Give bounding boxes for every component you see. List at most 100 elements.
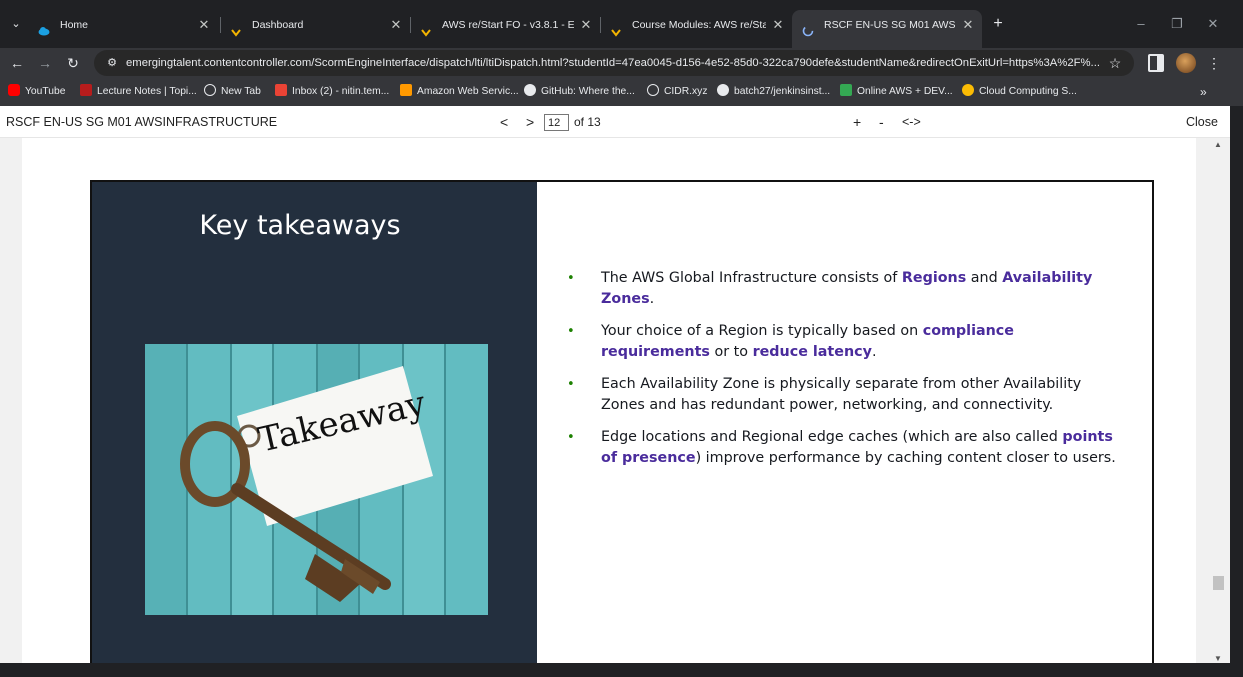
bookmark-cidr[interactable]: CIDR.xyz	[647, 82, 707, 102]
sheets-icon	[840, 84, 852, 96]
reload-icon[interactable]: ↻	[62, 52, 84, 74]
page-count: of 13	[574, 115, 601, 129]
close-icon[interactable]: ✕	[960, 10, 976, 40]
window-edge	[0, 663, 1243, 677]
globe-icon	[647, 84, 659, 96]
tab-strip: ⌄ Home ✕ Dashboard ✕ AWS re/Start FO - v…	[0, 0, 1243, 48]
takeaway-text: .	[871, 344, 877, 360]
bookmark-github[interactable]: GitHub: Where the...	[524, 82, 635, 102]
tab-aws-restart[interactable]: AWS re/Start FO - v3.8.1 - EN - ✕	[410, 10, 600, 40]
forward-arrow-icon[interactable]: →	[34, 52, 56, 74]
takeaway-item: • Each Availability Zone is physically se…	[567, 374, 1127, 416]
tab-rscf-active[interactable]: RSCF EN-US SG M01 AWSINFR ✕	[792, 10, 982, 48]
canvas-icon	[230, 19, 242, 37]
bookmark-lecture-notes[interactable]: Lecture Notes | Topi...	[80, 82, 197, 102]
slide-heading: Key takeaways	[199, 210, 401, 241]
window-edge	[1230, 106, 1243, 663]
bullet-icon: •	[567, 430, 575, 445]
github-icon	[717, 84, 729, 96]
scrollbar-thumb[interactable]	[1213, 576, 1224, 590]
tab-dashboard[interactable]: Dashboard ✕	[220, 10, 410, 40]
document-viewport[interactable]: Key takeaways Takeaway • The AWS Global …	[0, 138, 1230, 663]
tab-title: Home	[60, 19, 89, 31]
bookmark-online-aws[interactable]: Online AWS + DEV...	[840, 82, 953, 102]
bookmark-youtube[interactable]: YouTube	[8, 82, 65, 102]
key-illustration	[145, 344, 488, 615]
close-icon[interactable]: ✕	[196, 10, 212, 40]
side-panel-icon[interactable]	[1148, 54, 1164, 72]
tab-search-icon[interactable]: ⌄	[6, 14, 26, 34]
zoom-out-button[interactable]: -	[879, 106, 884, 138]
bookmark-new-tab[interactable]: New Tab	[204, 82, 261, 102]
takeaway-item: • Your choice of a Region is typically ba…	[567, 321, 1127, 363]
lecture-notes-icon	[80, 84, 92, 96]
bullet-icon: •	[567, 324, 575, 339]
fit-width-button[interactable]: <->	[902, 106, 921, 138]
scroll-up-icon[interactable]: ▲	[1214, 140, 1222, 149]
close-viewer-button[interactable]: Close	[1186, 106, 1218, 138]
vertical-scrollbar[interactable]: ▲ ▼	[1210, 138, 1230, 663]
url-text[interactable]: emergingtalent.contentcontroller.com/Sco…	[126, 50, 1102, 76]
scroll-down-icon[interactable]: ▼	[1214, 654, 1222, 663]
close-icon[interactable]: ✕	[578, 10, 594, 40]
aws-cube-icon	[400, 84, 412, 96]
youtube-icon	[8, 84, 20, 96]
takeaway-text: ) improve performance by caching content…	[695, 450, 1116, 466]
bookmark-aws[interactable]: Amazon Web Servic...	[400, 82, 519, 102]
slide-left-panel: Key takeaways Takeaway	[92, 182, 537, 663]
takeaway-text: Your choice of a Region is typically bas…	[601, 323, 923, 339]
minimize-icon[interactable]: –	[1130, 14, 1152, 34]
tab-title: AWS re/Start FO - v3.8.1 - EN -	[442, 19, 574, 31]
highlight-term: Regions	[901, 270, 967, 286]
takeaway-key-image: Takeaway	[145, 344, 488, 615]
takeaway-text: and	[966, 270, 1003, 286]
browser-toolbar: ← → ↻ ⚙ emergingtalent.contentcontroller…	[0, 48, 1243, 78]
tab-title: RSCF EN-US SG M01 AWSINFR	[824, 19, 956, 31]
bookmark-jenkins[interactable]: batch27/jenkinsinst...	[717, 82, 830, 102]
bookmark-gmail[interactable]: Inbox (2) - nitin.tem...	[275, 82, 389, 102]
github-icon	[524, 84, 536, 96]
takeaway-text: The AWS Global Infrastructure consists o…	[601, 270, 902, 286]
takeaway-item: • The AWS Global Infrastructure consists …	[567, 268, 1127, 310]
next-page-button[interactable]: >	[526, 106, 534, 138]
bookmark-cloud-computing[interactable]: Cloud Computing S...	[962, 82, 1077, 102]
previous-page-button[interactable]: <	[500, 106, 508, 138]
canvas-icon	[420, 19, 432, 37]
slide: Key takeaways Takeaway • The AWS Global …	[90, 180, 1154, 663]
close-icon[interactable]: ✕	[770, 10, 786, 40]
address-bar[interactable]: ⚙ emergingtalent.contentcontroller.com/S…	[94, 50, 1134, 76]
bookmarks-bar: YouTube Lecture Notes | Topi... New Tab …	[0, 78, 1243, 106]
gmail-icon	[275, 84, 287, 96]
close-icon[interactable]: ✕	[388, 10, 404, 40]
document-page: Key takeaways Takeaway • The AWS Global …	[22, 138, 1196, 663]
drive-icon	[962, 84, 974, 96]
document-title: RSCF EN-US SG M01 AWSINFRASTRUCTURE	[6, 115, 278, 129]
takeaway-text: .	[649, 291, 655, 307]
takeaways-list: • The AWS Global Infrastructure consists …	[567, 268, 1127, 480]
maximize-icon[interactable]: ❐	[1166, 14, 1188, 34]
kebab-menu-icon[interactable]: ⋮	[1206, 52, 1222, 74]
star-icon[interactable]: ☆	[1106, 54, 1124, 72]
tab-home[interactable]: Home ✕	[28, 10, 218, 40]
takeaway-item: • Edge locations and Regional edge caches…	[567, 427, 1127, 469]
viewer-toolbar: RSCF EN-US SG M01 AWSINFRASTRUCTURE < > …	[0, 106, 1230, 138]
takeaway-text: Edge locations and Regional edge caches …	[601, 429, 1063, 445]
profile-avatar[interactable]	[1176, 53, 1196, 73]
bullet-icon: •	[567, 377, 575, 392]
new-tab-button[interactable]: +	[988, 14, 1008, 34]
site-info-icon[interactable]: ⚙	[104, 55, 120, 71]
tab-course-modules[interactable]: Course Modules: AWS re/Start ✕	[600, 10, 792, 40]
takeaway-text: Each Availability Zone is physically sep…	[601, 376, 1082, 413]
window-close-icon[interactable]: ✕	[1202, 14, 1224, 34]
zoom-in-button[interactable]: +	[853, 106, 861, 138]
globe-icon	[204, 84, 216, 96]
canvas-icon	[610, 19, 622, 37]
cloud-icon	[38, 19, 50, 36]
bookmarks-overflow-icon[interactable]: »	[1200, 82, 1207, 102]
loading-icon	[802, 19, 814, 37]
takeaway-text: or to	[709, 344, 753, 360]
page-number-input[interactable]	[544, 114, 569, 131]
back-arrow-icon[interactable]: ←	[6, 52, 28, 74]
bullet-icon: •	[567, 271, 575, 286]
tab-title: Course Modules: AWS re/Start	[632, 19, 766, 31]
